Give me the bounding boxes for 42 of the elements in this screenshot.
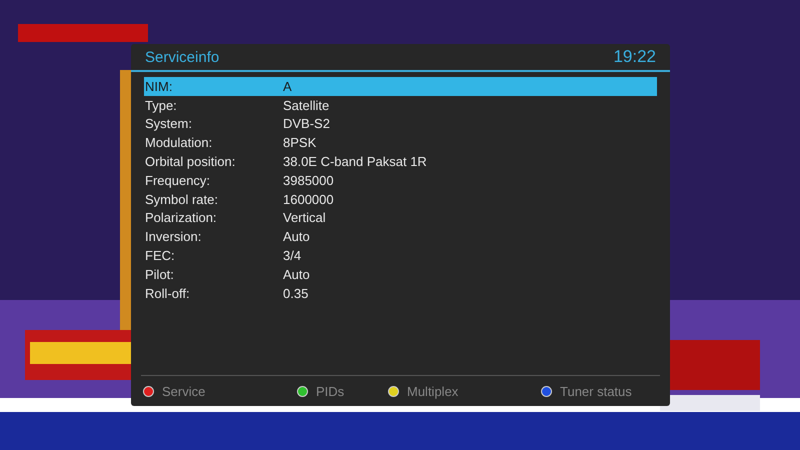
row-label: Frequency: <box>144 172 212 188</box>
row-value: A <box>283 78 292 94</box>
info-row[interactable]: NIM: A <box>144 77 657 96</box>
row-value: 3985000 <box>283 172 334 188</box>
info-row[interactable]: Modulation: 8PSK <box>144 133 657 152</box>
row-label: Orbital position: <box>144 154 236 170</box>
key-label: Multiplex <box>407 384 458 398</box>
info-row[interactable]: Frequency: 3985000 <box>144 170 657 190</box>
row-value: Vertical <box>283 210 326 226</box>
row-label: Roll-off: <box>144 286 191 301</box>
row-value: Satellite <box>283 98 330 113</box>
info-row[interactable]: Polarization: Vertical <box>144 208 657 228</box>
row-value: 0.35 <box>283 286 308 301</box>
row-label: FEC: <box>144 248 176 264</box>
info-row[interactable]: Pilot: Auto <box>144 264 657 284</box>
row-label: System: <box>144 116 193 132</box>
row-label: Pilot: <box>144 266 175 282</box>
window-title: Serviceinfo <box>145 48 220 66</box>
info-row[interactable]: Roll-off: 0.35 <box>144 284 657 303</box>
row-value: Auto <box>283 229 310 244</box>
row-value: 38.0E C-band Paksat 1R <box>283 154 427 170</box>
info-row[interactable]: Inversion: Auto <box>144 227 657 246</box>
row-value: DVB-S2 <box>283 116 330 132</box>
row-label: Type: <box>144 98 178 113</box>
clock: 19:22 <box>613 47 656 67</box>
key-label: Service <box>162 384 206 398</box>
row-label: Inversion: <box>144 229 202 244</box>
row-label: Symbol rate: <box>144 192 219 207</box>
info-row[interactable]: Type: Satellite <box>144 96 657 115</box>
row-value: Auto <box>283 266 310 282</box>
row-value: 3/4 <box>283 248 302 264</box>
row-value: 8PSK <box>283 135 316 150</box>
info-row[interactable]: System: DVB-S2 <box>144 114 657 134</box>
info-row[interactable]: Orbital position: 38.0E C-band Paksat 1R <box>144 152 657 171</box>
key-label: Tuner status <box>560 384 632 398</box>
info-row[interactable]: Symbol rate: 1600000 <box>144 190 657 209</box>
row-label: Modulation: <box>144 135 214 150</box>
row-value: 1600000 <box>283 192 334 207</box>
info-row[interactable]: FEC: 3/4 <box>144 246 657 265</box>
key-label: PIDs <box>316 384 344 398</box>
row-label: Polarization: <box>144 210 218 226</box>
row-label: NIM: <box>144 78 174 94</box>
